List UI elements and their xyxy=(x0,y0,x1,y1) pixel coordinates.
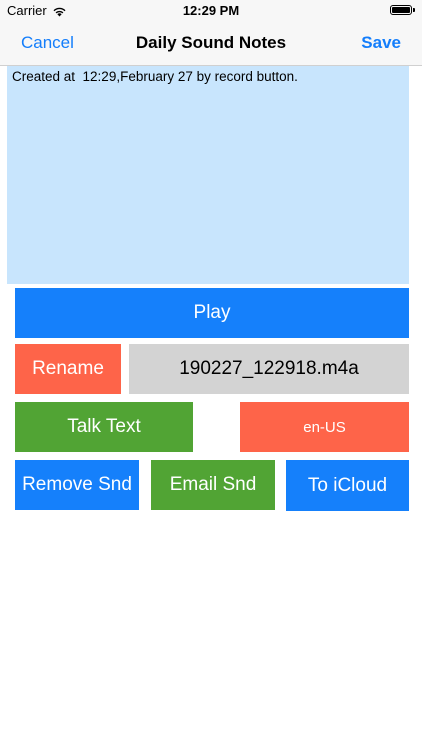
battery-icon xyxy=(390,5,412,15)
note-text-area[interactable]: Created at 12:29,February 27 by record b… xyxy=(7,66,409,284)
screen: Carrier 12:29 PM Cancel Daily Sound Note… xyxy=(0,0,422,750)
navigation-bar: Cancel Daily Sound Notes Save xyxy=(0,22,422,66)
remove-sound-button[interactable]: Remove Snd xyxy=(15,460,139,510)
language-button[interactable]: en-US xyxy=(240,402,409,452)
to-icloud-button[interactable]: To iCloud xyxy=(286,460,409,511)
battery-tip xyxy=(413,8,415,12)
status-bar: Carrier 12:29 PM xyxy=(0,0,422,22)
email-sound-button[interactable]: Email Snd xyxy=(151,460,275,510)
page-title: Daily Sound Notes xyxy=(135,33,287,52)
status-time: 12:29 PM xyxy=(182,3,240,18)
file-name-field[interactable]: 190227_122918.m4a xyxy=(129,344,409,394)
save-button[interactable]: Save xyxy=(361,33,401,53)
rename-button[interactable]: Rename xyxy=(15,344,121,394)
talk-text-button[interactable]: Talk Text xyxy=(15,402,193,452)
play-button[interactable]: Play xyxy=(15,288,409,338)
